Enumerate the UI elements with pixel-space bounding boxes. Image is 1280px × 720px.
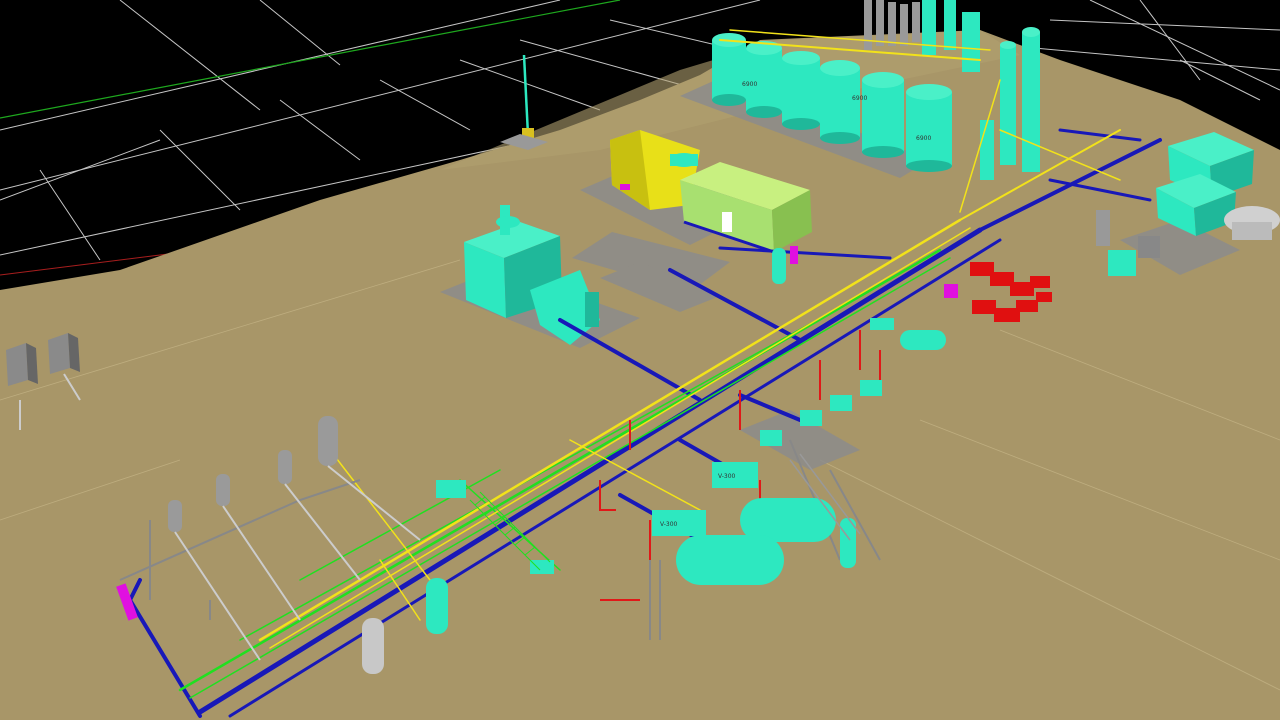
tank <box>712 33 746 106</box>
vessel-label: V-300 <box>718 473 736 480</box>
tank <box>746 41 782 118</box>
vessel-label: V-300 <box>660 521 678 528</box>
tank-label: 6900 <box>852 95 867 102</box>
3d-viewport[interactable]: 6900 6900 6900 V-300 V-300 <box>0 0 1280 720</box>
tank-label: 6900 <box>742 81 757 88</box>
plant-model-scene: 6900 6900 6900 V-300 V-300 <box>0 0 1280 720</box>
tank-label: 6900 <box>916 135 931 142</box>
tank <box>782 51 820 130</box>
tank <box>906 84 952 172</box>
tank <box>862 72 904 158</box>
tank <box>820 60 860 144</box>
